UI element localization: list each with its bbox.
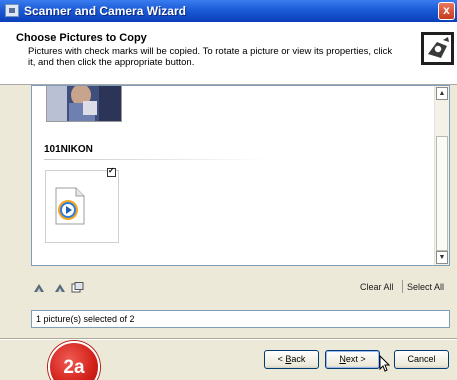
selection-status: 1 picture(s) selected of 2 — [31, 310, 450, 328]
back-rest: ack — [291, 354, 306, 364]
video-checkbox[interactable] — [107, 166, 116, 177]
mouse-cursor-icon — [379, 355, 390, 372]
step-badge: 2a — [48, 341, 100, 380]
next-button[interactable]: Next > — [325, 350, 380, 369]
camera-wizard-icon — [421, 32, 454, 65]
window-title: Scanner and Camera Wizard — [24, 4, 186, 18]
scroll-down-button[interactable]: ▼ — [436, 251, 448, 264]
wizard-header: Choose Pictures to Copy Pictures with ch… — [0, 22, 457, 85]
clear-all-button[interactable]: Clear All — [360, 282, 394, 292]
next-rest: ext > — [345, 354, 366, 364]
properties-icon[interactable] — [71, 282, 84, 293]
toolbar-separator — [402, 280, 403, 293]
wizard-app-icon — [5, 4, 19, 17]
folder-name: 101NIKON — [44, 144, 93, 155]
vertical-scrollbar[interactable]: ▲ ▼ — [434, 86, 449, 265]
close-button[interactable]: x — [438, 2, 455, 20]
wizard-window: Scanner and Camera Wizard x Choose Pictu… — [0, 0, 457, 380]
select-all-button[interactable]: Select All — [407, 282, 444, 292]
scroll-thumb[interactable] — [436, 136, 448, 251]
rotate-right-icon[interactable] — [53, 282, 66, 293]
page-description: Pictures with check marks will be copied… — [28, 46, 393, 68]
rotate-left-icon[interactable] — [33, 282, 46, 293]
title-bar[interactable]: Scanner and Camera Wizard x — [0, 0, 457, 22]
page-title: Choose Pictures to Copy — [16, 32, 147, 44]
scroll-up-button[interactable]: ▲ — [436, 87, 448, 100]
back-button[interactable]: < Back — [264, 350, 319, 369]
media-file-icon — [55, 187, 85, 225]
picture-list[interactable]: 101NIKON ▲ ▼ — [31, 85, 450, 266]
footer-divider — [0, 338, 457, 340]
cancel-button[interactable]: Cancel — [394, 350, 449, 369]
photo-thumbnail[interactable] — [46, 86, 122, 122]
folder-divider — [44, 159, 269, 160]
photo-image — [47, 86, 121, 121]
